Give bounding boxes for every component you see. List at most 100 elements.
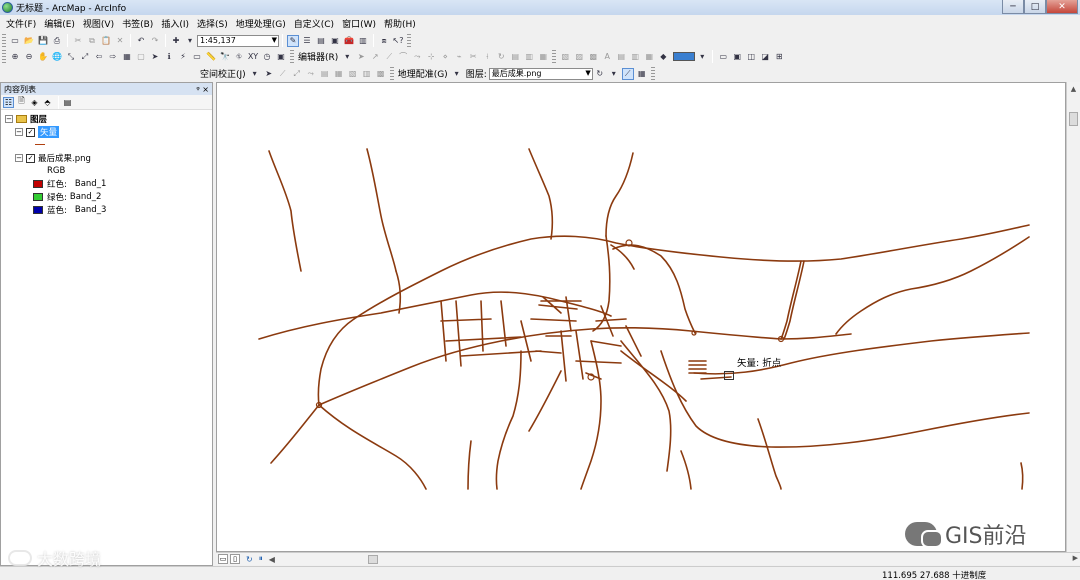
menu-windows[interactable]: 窗口(W) [342,17,376,30]
create-viewer-icon[interactable]: ▣ [275,51,287,63]
menu-geoprocessing[interactable]: 地理处理(G) [236,17,286,30]
save-icon[interactable]: 💾 [37,35,49,47]
sketch-properties-icon[interactable]: ▥ [523,51,535,63]
text-tool-icon[interactable]: A [601,51,613,63]
view-link-table-icon[interactable]: ▤ [319,68,331,80]
new-document-icon[interactable]: ▭ [9,35,21,47]
hyperlink-icon[interactable]: ⚡ [177,51,189,63]
toc-layer-raster[interactable]: − ✓ 最后成果.png [15,152,91,164]
road-network-map[interactable] [217,83,1066,552]
fill-color-icon[interactable]: ◆ [657,51,669,63]
chevron-down-icon[interactable]: ▾ [341,51,353,63]
close-button[interactable]: ✕ [1046,0,1078,14]
zoom-out-icon[interactable]: ⊖ [23,51,35,63]
chevron-down-icon[interactable]: ▾ [608,68,620,80]
line-symbol-icon[interactable] [35,143,45,145]
forward-extent-icon[interactable]: ⇨ [107,51,119,63]
chevron-down-icon[interactable]: ▾ [249,68,261,80]
cut-polygons-icon[interactable]: ✂ [467,51,479,63]
data-view-icon[interactable]: ▭ [218,554,228,564]
layout-tool-icon[interactable]: ▨ [573,51,585,63]
scroll-up-icon[interactable]: ▲ [1067,82,1080,96]
menu-view[interactable]: 视图(V) [83,17,114,30]
rotate-icon[interactable]: ↻ [594,68,606,80]
menu-insert[interactable]: 插入(I) [161,17,189,30]
add-data-dropdown-icon[interactable]: ▾ [184,35,196,47]
delete-icon[interactable]: ✕ [114,35,126,47]
map-vertical-scrollbar[interactable]: ▲ [1066,82,1080,552]
new-limited-adjust-icon[interactable]: ▦ [333,68,345,80]
toolbar-grip[interactable] [290,50,294,63]
scroll-right-icon[interactable]: ▶ [1073,554,1078,562]
copy-icon[interactable]: ⧉ [86,35,98,47]
maximize-button[interactable]: □ [1024,0,1046,14]
map-display[interactable]: 矢量: 折点 [216,82,1066,552]
editor-menu[interactable]: 编辑器(R) [298,50,338,63]
draw-tool-icon[interactable]: ▧ [559,51,571,63]
toc-band-blue[interactable]: 蓝色: Band_3 [33,204,106,216]
full-extent-icon[interactable]: 🌐 [51,51,63,63]
clear-limited-adjust-icon[interactable]: ▧ [347,68,359,80]
spatial-adjustment-menu[interactable]: 空间校正(J) [200,67,246,80]
georef-layer-select[interactable]: 最后成果.png ▼ [488,67,593,80]
python-window-icon[interactable]: ▥ [357,35,369,47]
add-data-icon[interactable]: ✚ [170,35,182,47]
new-displacement-link-icon[interactable]: ⟋ [277,68,289,80]
reshape-icon[interactable]: ⌁ [453,51,465,63]
toolbar-grip[interactable] [552,50,557,63]
toc-layer-vector[interactable]: − ✓ 矢量 [15,126,60,138]
measure-icon[interactable]: 📏 [205,51,217,63]
menu-help[interactable]: 帮助(H) [384,17,416,30]
arctoolbox-icon[interactable]: 🧰 [343,35,355,47]
collapse-icon[interactable]: − [15,154,23,162]
edge-match-icon[interactable]: ▥ [361,68,373,80]
attribute-transfer-icon[interactable]: ▩ [375,68,387,80]
fixed-zoom-in-icon[interactable]: ⤡ [65,51,77,63]
toolbar-grip[interactable] [2,50,6,63]
chevron-down-icon[interactable]: ▾ [696,51,708,63]
time-slider-icon[interactable]: ◷ [261,51,273,63]
help-pointer-icon[interactable]: ↖? [392,35,404,47]
layout-zoom-icon[interactable]: ▣ [731,51,743,63]
catalog-icon[interactable]: ▤ [315,35,327,47]
view-link-table-icon[interactable]: ▦ [636,68,648,80]
collapse-icon[interactable]: − [15,128,23,136]
layer-name-raster[interactable]: 最后成果.png [38,152,91,164]
list-by-source-icon[interactable]: 🗎 [16,96,27,108]
split-icon[interactable]: ⟊ [481,51,493,63]
toolbar-grip[interactable] [650,67,655,80]
endpoint-arc-icon[interactable]: ⌒ [397,51,409,63]
menu-bookmarks[interactable]: 书签(B) [122,17,153,30]
pan-icon[interactable]: ✋ [37,51,49,63]
toolbar-grip[interactable] [389,67,394,80]
select-elements-icon[interactable]: ➤ [263,68,275,80]
toc-band-green[interactable]: 绿色: Band_2 [33,191,101,203]
toc-root-layers[interactable]: − 图层 [5,113,47,125]
scroll-left-icon[interactable]: ◀ [269,555,275,564]
refresh-icon[interactable]: ↻ [246,555,253,564]
create-features-icon[interactable]: ▦ [537,51,549,63]
toolbar-grip[interactable] [2,34,6,47]
rotate-icon[interactable]: ↻ [495,51,507,63]
attributes-icon[interactable]: ▤ [509,51,521,63]
menu-file[interactable]: 文件(F) [6,17,36,30]
graphics-tool-icon[interactable]: ▩ [587,51,599,63]
select-features-icon[interactable]: ▦ [121,51,133,63]
fixed-zoom-out-icon[interactable]: ⤢ [79,51,91,63]
find-route-icon[interactable]: ⛗ [233,51,245,63]
align-icon[interactable]: ▥ [629,51,641,63]
cut-icon[interactable]: ✂ [72,35,84,47]
layout-view-icon[interactable]: ▯ [230,554,240,564]
identify-icon[interactable]: ℹ [163,51,175,63]
fill-color-swatch[interactable] [673,52,696,61]
green-band-swatch[interactable] [33,193,43,201]
group-icon[interactable]: ▦ [643,51,655,63]
layout-toggle-icon[interactable]: ◪ [759,51,771,63]
undo-icon[interactable]: ↶ [135,35,147,47]
layout-extent-icon[interactable]: ⊞ [773,51,785,63]
go-to-xy-icon[interactable]: XY [247,51,259,63]
red-band-swatch[interactable] [33,180,43,188]
model-builder-icon[interactable]: ⧈ [378,35,390,47]
html-popup-icon[interactable]: ▭ [191,51,203,63]
find-icon[interactable]: 🔭 [219,51,231,63]
